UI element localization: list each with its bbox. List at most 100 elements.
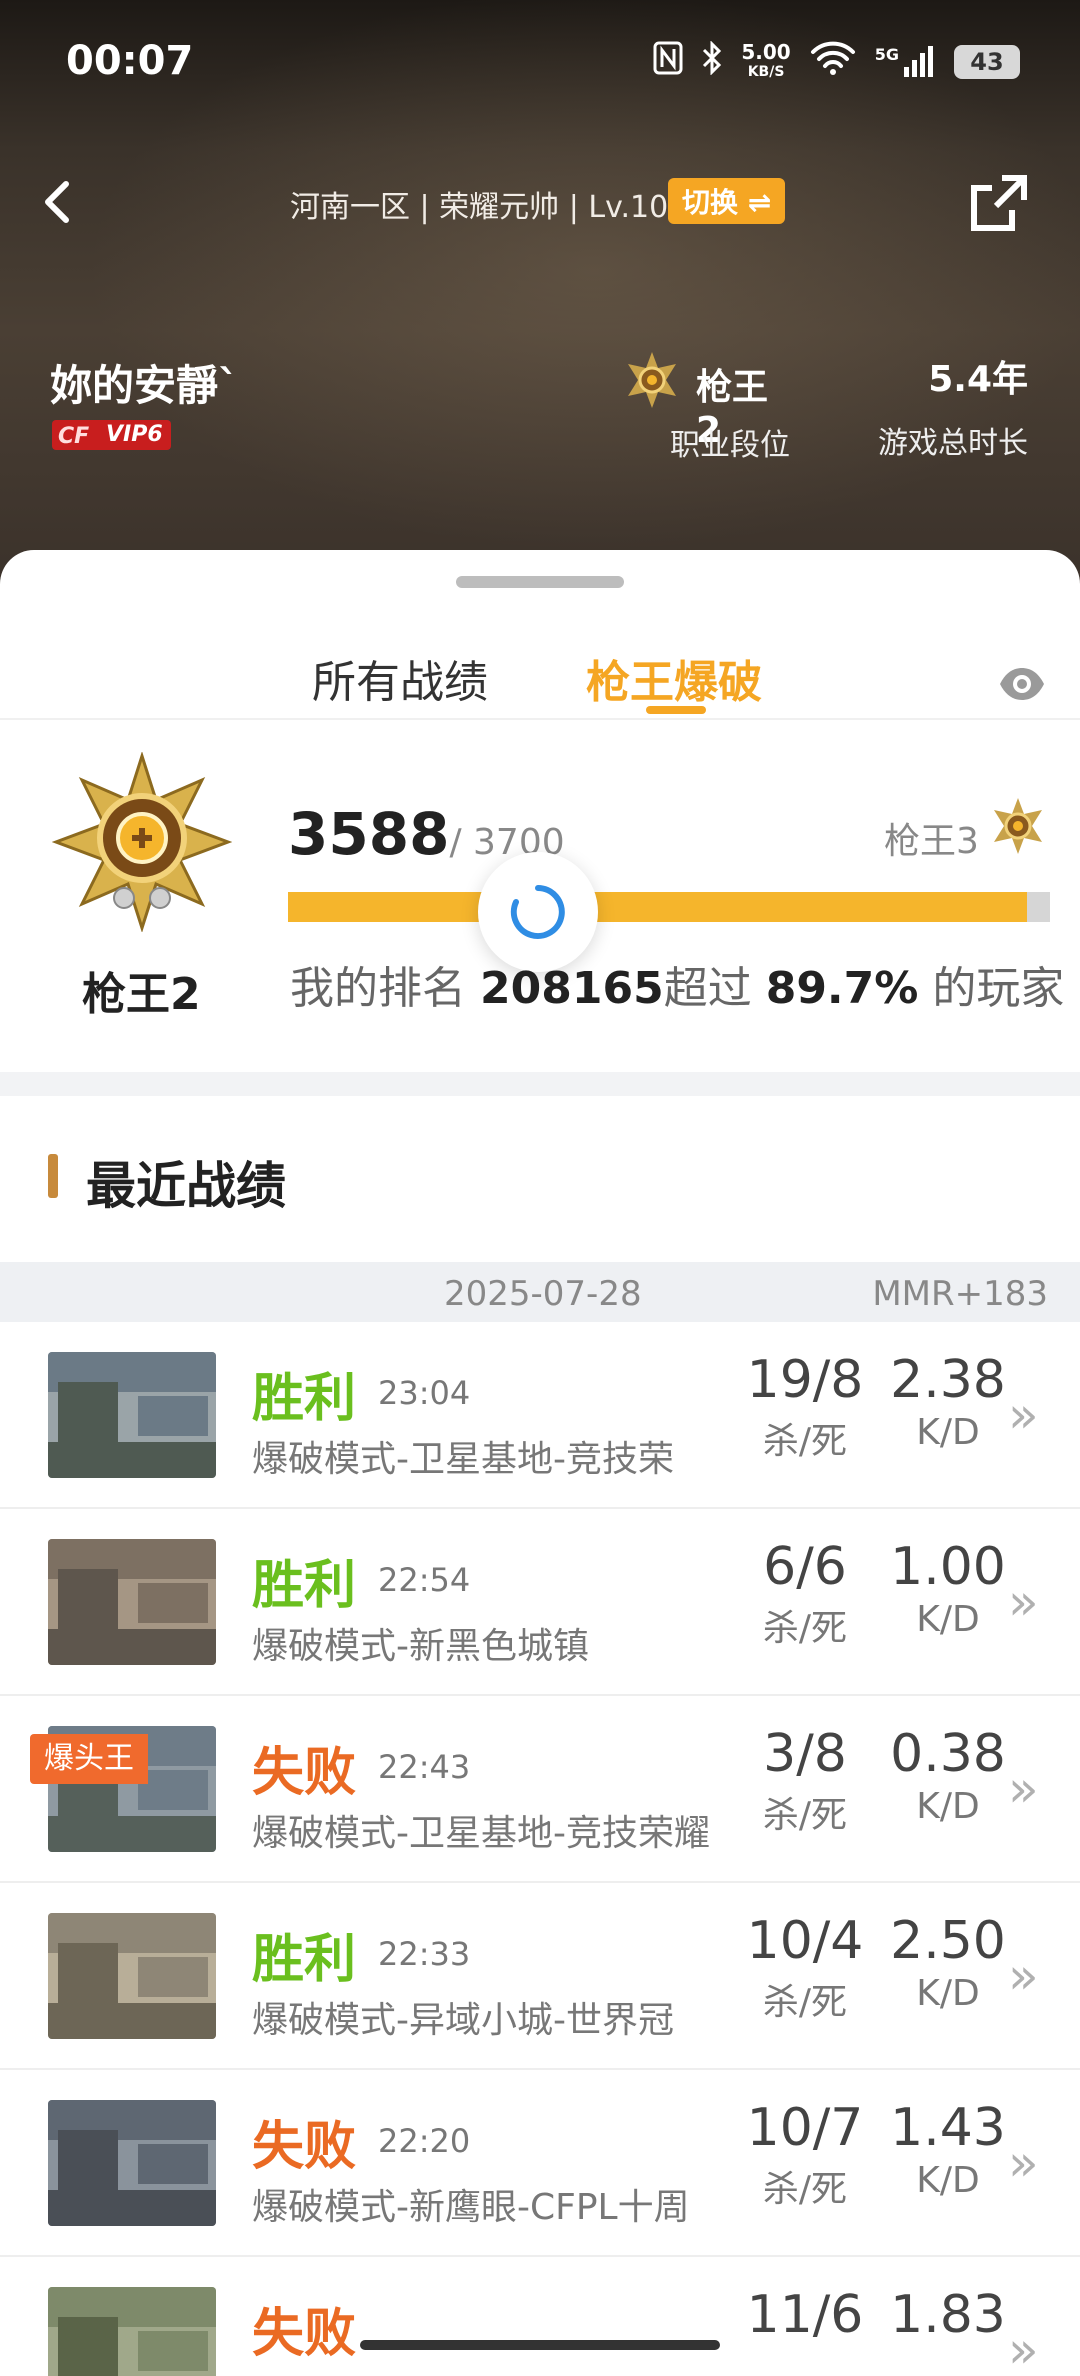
tab-gun-king-blast[interactable]: 枪王爆破 — [586, 646, 762, 710]
profile-header: 妳的安靜` CF VIP6 枪王2 职业段位 5.4年 游戏总时长 — [0, 340, 1080, 470]
match-mode: 爆破模式-异域小城-世界冠 — [252, 2000, 674, 2041]
match-result: 胜利 — [252, 1369, 357, 1429]
kill-death-block: 3/8 杀/死 — [740, 1724, 870, 1838]
play-time-block: 5.4年 游戏总时长 — [878, 350, 1028, 462]
status-time: 00:07 — [66, 38, 194, 84]
match-result: 胜利 — [252, 1930, 357, 1990]
kill-death-value: 10/4 — [746, 1911, 864, 1971]
kd-ratio-label: K/D — [916, 2160, 980, 2201]
switch-button[interactable]: 切换 ⇌ — [668, 178, 786, 224]
match-row[interactable]: 胜利 22:33 爆破模式-异域小城-世界冠 10/4 杀/死 2.50 K/D… — [0, 1883, 1080, 2070]
match-row[interactable]: 失败 11/6 1.83 » — [0, 2257, 1080, 2376]
kd-ratio-label: K/D — [916, 1973, 980, 2014]
rank-card: 枪王2 3588/ 3700 枪王3 我的排名 208165超过 89.7% 的… — [0, 722, 1080, 1072]
kd-ratio-value: 0.38 — [890, 1724, 1006, 1784]
share-button[interactable] — [964, 168, 1034, 238]
chevron-right-icon: » — [1008, 1947, 1039, 2005]
kill-death-value: 6/6 — [763, 1537, 847, 1597]
kd-ratio-block: 0.38 K/D — [880, 1724, 1016, 1827]
ranking-line: 我的排名 208165超过 89.7% 的玩家 — [290, 963, 1065, 1014]
play-time: 5.4年 — [928, 359, 1028, 400]
next-rank-name: 枪王3 — [884, 821, 979, 862]
match-result: 失败 — [252, 1743, 357, 1803]
rank-label: 职业段位 — [670, 428, 790, 463]
map-thumbnail — [48, 2100, 216, 2226]
kill-death-block: 6/6 杀/死 — [740, 1537, 870, 1651]
date-label: 2025-07-28 — [444, 1274, 642, 1314]
match-result: 胜利 — [252, 1556, 357, 1616]
vip-badge: CF VIP6 — [52, 420, 171, 450]
kd-ratio-label: K/D — [916, 1412, 980, 1453]
stats-sheet: 所有战绩 枪王爆破 枪王2 3588/ 3700 枪王3 我的排名 208165… — [0, 550, 1080, 2376]
chevron-right-icon: » — [1008, 2321, 1039, 2376]
match-row[interactable]: 爆头王 失败 22:43 爆破模式-卫星基地-竞技荣耀 3/8 杀/死 0.38… — [0, 1696, 1080, 1883]
kd-ratio-value: 1.43 — [890, 2098, 1006, 2158]
match-result: 失败 — [252, 2117, 357, 2177]
drag-handle[interactable] — [456, 576, 624, 588]
kd-ratio-block: 1.43 K/D — [880, 2098, 1016, 2201]
top-bar: 河南一区 | 荣耀元帅 | Lv.102 切换 ⇌ — [0, 160, 1080, 240]
match-row[interactable]: 失败 22:20 爆破模式-新鹰眼-CFPL十周 10/7 杀/死 1.43 K… — [0, 2070, 1080, 2257]
ranking-number: 208165 — [480, 963, 664, 1014]
match-mode: 爆破模式-卫星基地-竞技荣耀 — [252, 1813, 710, 1854]
current-rank-name: 枪王2 — [82, 969, 201, 1020]
match-time: 23:04 — [378, 1374, 471, 1412]
kill-death-value: 11/6 — [746, 2285, 864, 2345]
map-thumbnail — [48, 1352, 216, 1478]
recent-records-title: 最近战绩 — [48, 1146, 286, 1218]
kill-death-label: 杀/死 — [762, 1982, 848, 2023]
match-mode: 爆破模式-卫星基地-竞技荣 — [252, 1439, 674, 1480]
kill-death-label: 杀/死 — [762, 1795, 848, 1836]
kd-ratio-block: 2.50 K/D — [880, 1911, 1016, 2014]
tab-all-records[interactable]: 所有战绩 — [312, 646, 488, 710]
kill-death-block: 11/6 — [740, 2285, 870, 2347]
chevron-right-icon: » — [1008, 2134, 1039, 2192]
map-thumbnail — [48, 2287, 216, 2376]
rank-progress-fill — [288, 892, 1027, 922]
wifi-icon — [809, 40, 857, 84]
signal-icon: 5G — [875, 45, 936, 79]
rank-badge-large-icon — [52, 752, 232, 932]
match-time: 22:43 — [378, 1748, 471, 1786]
kill-death-value: 19/8 — [746, 1350, 864, 1410]
play-time-label: 游戏总时长 — [878, 426, 1028, 461]
map-thumbnail — [48, 1539, 216, 1665]
kd-ratio-block: 1.00 K/D — [880, 1537, 1016, 1640]
section-divider — [0, 1072, 1080, 1096]
bluetooth-icon — [701, 40, 723, 83]
kd-ratio-block: 1.83 — [880, 2285, 1016, 2347]
back-button[interactable] — [22, 166, 92, 236]
next-rank-badge-icon — [994, 798, 1042, 854]
match-mode: 爆破模式-新黑色城镇 — [252, 1626, 589, 1667]
home-indicator[interactable] — [360, 2340, 720, 2350]
headshot-king-badge: 爆头王 — [30, 1734, 148, 1784]
kill-death-block: 10/4 杀/死 — [740, 1911, 870, 2025]
kill-death-value: 3/8 — [763, 1724, 847, 1784]
date-row: 2025-07-28 MMR+183 — [0, 1262, 1080, 1322]
kill-death-label: 杀/死 — [762, 1608, 848, 1649]
rank-badge-icon — [628, 352, 676, 408]
match-result: 失败 — [252, 2304, 357, 2364]
chevron-right-icon: » — [1008, 1573, 1039, 1631]
eye-icon[interactable] — [996, 658, 1048, 710]
kd-ratio-value: 2.38 — [890, 1350, 1006, 1410]
match-mode: 爆破模式-新鹰眼-CFPL十周 — [252, 2187, 690, 2228]
kill-death-label: 杀/死 — [762, 1421, 848, 1462]
match-row[interactable]: 胜利 22:54 爆破模式-新黑色城镇 6/6 杀/死 1.00 K/D » — [0, 1509, 1080, 1696]
status-icons: 5.00 KB/S 5G 43 — [653, 40, 1020, 84]
share-icon — [971, 175, 1027, 231]
ranking-percent: 89.7% — [765, 963, 919, 1014]
nickname: 妳的安靜` — [50, 361, 240, 410]
chevron-left-icon — [45, 181, 69, 223]
kill-death-block: 19/8 杀/死 — [740, 1350, 870, 1464]
nfc-icon — [653, 41, 683, 83]
match-row[interactable]: 胜利 23:04 爆破模式-卫星基地-竞技荣 19/8 杀/死 2.38 K/D… — [0, 1322, 1080, 1509]
match-list: 胜利 23:04 爆破模式-卫星基地-竞技荣 19/8 杀/死 2.38 K/D… — [0, 1322, 1080, 2376]
kd-ratio-value: 1.00 — [890, 1537, 1006, 1597]
match-time: 22:20 — [378, 2122, 471, 2160]
match-time: 22:33 — [378, 1935, 471, 1973]
server-info: 河南一区 | 荣耀元帅 | Lv.102 — [290, 190, 688, 225]
cf-logo-text: CF — [58, 424, 90, 449]
status-bar: 00:07 5.00 KB/S 5G 43 — [0, 0, 1080, 120]
mmr-label: MMR+183 — [872, 1274, 1048, 1314]
